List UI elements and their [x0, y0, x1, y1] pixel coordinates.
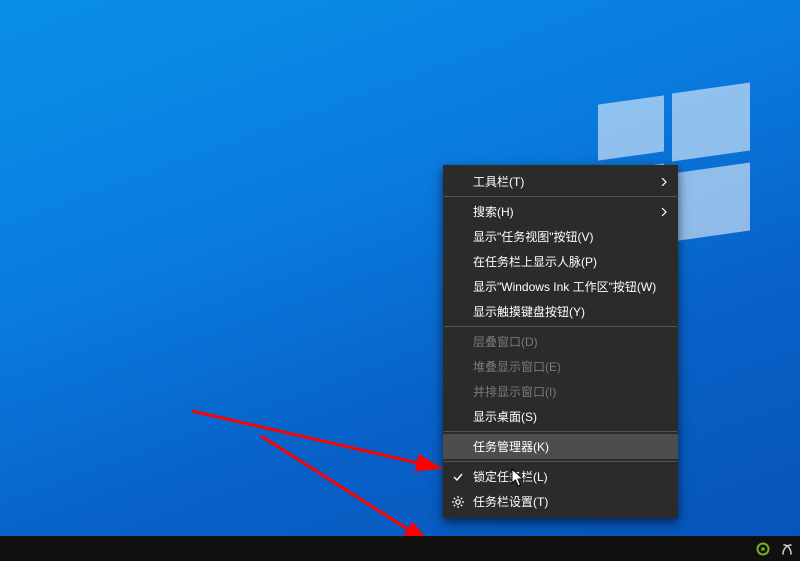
- ime-tray-icon[interactable]: [780, 542, 794, 556]
- menu-item-cascade: 层叠窗口(D): [443, 329, 678, 354]
- menu-item-label: 显示"任务视图"按钮(V): [473, 228, 594, 245]
- menu-separator: [444, 196, 677, 197]
- menu-item-show-desktop[interactable]: 显示桌面(S): [443, 404, 678, 429]
- menu-item-task-manager[interactable]: 任务管理器(K): [443, 434, 678, 459]
- menu-item-show-touch-keyboard[interactable]: 显示触摸键盘按钮(Y): [443, 299, 678, 324]
- annotation-arrows: [0, 0, 800, 561]
- menu-item-label: 显示桌面(S): [473, 408, 537, 425]
- menu-item-label: 显示触摸键盘按钮(Y): [473, 303, 585, 320]
- nvidia-tray-icon[interactable]: [756, 542, 770, 556]
- menu-item-label: 搜索(H): [473, 203, 514, 220]
- menu-separator: [444, 431, 677, 432]
- menu-separator: [444, 326, 677, 327]
- menu-item-lock-taskbar[interactable]: 锁定任务栏(L): [443, 464, 678, 489]
- menu-item-search[interactable]: 搜索(H): [443, 199, 678, 224]
- menu-item-label: 任务管理器(K): [473, 438, 549, 455]
- menu-item-taskbar-settings[interactable]: 任务栏设置(T): [443, 489, 678, 514]
- checkmark-icon: [452, 471, 464, 483]
- menu-item-label: 任务栏设置(T): [473, 493, 548, 510]
- menu-item-label: 在任务栏上显示人脉(P): [473, 253, 597, 270]
- menu-item-label: 层叠窗口(D): [473, 333, 538, 350]
- system-tray: [756, 536, 794, 561]
- chevron-right-icon: [660, 208, 668, 216]
- desktop[interactable]: 工具栏(T) 搜索(H) 显示"任务视图"按钮(V) 在任务栏上显示人脉(P) …: [0, 0, 800, 561]
- mouse-cursor-icon: [511, 468, 525, 488]
- menu-item-label: 工具栏(T): [473, 173, 524, 190]
- menu-separator: [444, 461, 677, 462]
- menu-item-show-taskview[interactable]: 显示"任务视图"按钮(V): [443, 224, 678, 249]
- menu-item-side-by-side: 并排显示窗口(I): [443, 379, 678, 404]
- menu-item-stack: 堆叠显示窗口(E): [443, 354, 678, 379]
- menu-item-toolbars[interactable]: 工具栏(T): [443, 169, 678, 194]
- menu-item-label: 显示"Windows Ink 工作区"按钮(W): [473, 278, 656, 295]
- menu-item-show-ink[interactable]: 显示"Windows Ink 工作区"按钮(W): [443, 274, 678, 299]
- chevron-right-icon: [660, 178, 668, 186]
- gear-icon: [451, 495, 465, 509]
- taskbar[interactable]: [0, 536, 800, 561]
- taskbar-context-menu: 工具栏(T) 搜索(H) 显示"任务视图"按钮(V) 在任务栏上显示人脉(P) …: [443, 165, 678, 518]
- menu-item-label: 并排显示窗口(I): [473, 383, 556, 400]
- menu-item-label: 堆叠显示窗口(E): [473, 358, 561, 375]
- menu-item-show-people[interactable]: 在任务栏上显示人脉(P): [443, 249, 678, 274]
